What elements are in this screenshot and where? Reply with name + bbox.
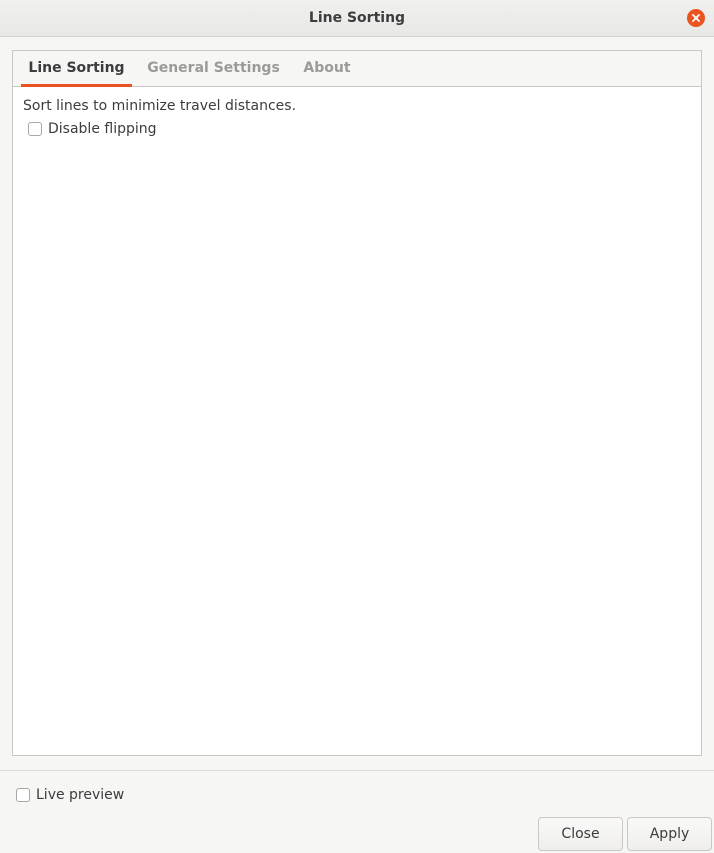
tab-about[interactable]: About [296,51,358,87]
live-preview-label: Live preview [36,787,125,803]
tab-general-settings[interactable]: General Settings [146,51,281,87]
apply-button[interactable]: Apply [627,817,712,851]
dialog-window: Line Sorting Line Sorting General Settin… [0,0,714,853]
title-bar: Line Sorting [0,0,714,37]
description-text: Sort lines to minimize travel distances. [23,98,297,114]
live-preview-checkbox[interactable] [16,788,30,802]
tab-line-sorting[interactable]: Line Sorting [21,51,132,87]
tab-bar: Line Sorting General Settings About [13,51,701,87]
live-preview-option[interactable]: Live preview [16,787,124,803]
disable-flipping-checkbox[interactable] [28,122,42,136]
disable-flipping-label: Disable flipping [48,121,157,137]
separator [0,770,714,771]
disable-flipping-option[interactable]: Disable flipping [28,121,157,137]
close-icon[interactable] [687,9,705,27]
close-button[interactable]: Close [538,817,623,851]
tab-panel: Line Sorting General Settings About Sort… [12,50,702,756]
window-title: Line Sorting [308,10,406,26]
